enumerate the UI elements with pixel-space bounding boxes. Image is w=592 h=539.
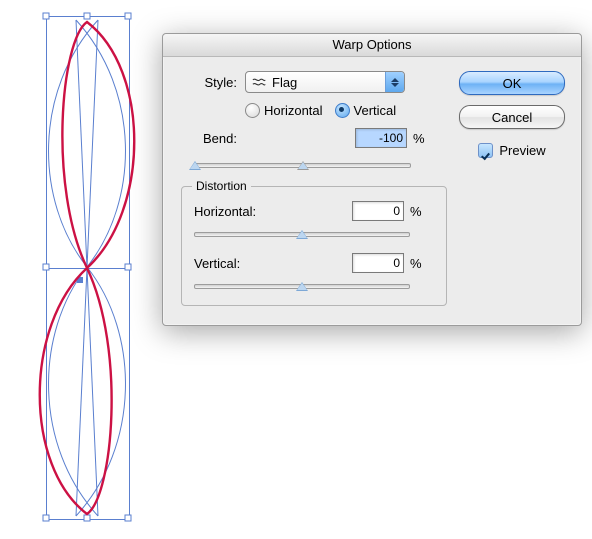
distortion-horizontal-slider[interactable] — [194, 227, 410, 241]
distortion-vertical-slider[interactable] — [194, 279, 410, 293]
orientation-horizontal-radio[interactable]: Horizontal — [245, 103, 323, 118]
distortion-horizontal-label: Horizontal: — [194, 204, 268, 219]
distortion-vertical-input[interactable] — [352, 253, 404, 273]
bend-input[interactable] — [355, 128, 407, 148]
orientation-horizontal-label: Horizontal — [264, 103, 323, 118]
distortion-vertical-unit: % — [410, 256, 422, 271]
distortion-vertical-label: Vertical: — [194, 256, 268, 271]
bend-slider[interactable] — [195, 158, 411, 172]
radio-icon — [335, 103, 350, 118]
style-label: Style: — [181, 75, 245, 90]
style-dropdown[interactable]: Flag — [245, 71, 405, 93]
distortion-group: Distortion Horizontal: % Vertical: % — [181, 186, 447, 306]
cancel-button-label: Cancel — [492, 110, 532, 125]
preview-label: Preview — [499, 143, 545, 158]
warp-options-dialog: Warp Options OK Cancel Preview Style: — [162, 33, 582, 326]
bend-label: Bend: — [181, 131, 245, 146]
distortion-horizontal-input[interactable] — [352, 201, 404, 221]
ok-button-label: OK — [503, 76, 522, 91]
checkbox-icon — [478, 143, 493, 158]
orientation-vertical-radio[interactable]: Vertical — [335, 103, 397, 118]
dialog-title: Warp Options — [163, 34, 581, 57]
preview-checkbox[interactable]: Preview — [478, 143, 545, 158]
radio-icon — [245, 103, 260, 118]
bend-unit: % — [413, 131, 425, 146]
distortion-horizontal-unit: % — [410, 204, 422, 219]
warped-path-preview — [0, 0, 180, 539]
distortion-group-label: Distortion — [192, 179, 251, 193]
canvas-area — [0, 0, 180, 539]
cancel-button[interactable]: Cancel — [459, 105, 565, 129]
dropdown-arrows-icon — [385, 72, 404, 92]
orientation-vertical-label: Vertical — [354, 103, 397, 118]
style-value: Flag — [272, 75, 297, 90]
flag-icon — [252, 77, 266, 88]
ok-button[interactable]: OK — [459, 71, 565, 95]
